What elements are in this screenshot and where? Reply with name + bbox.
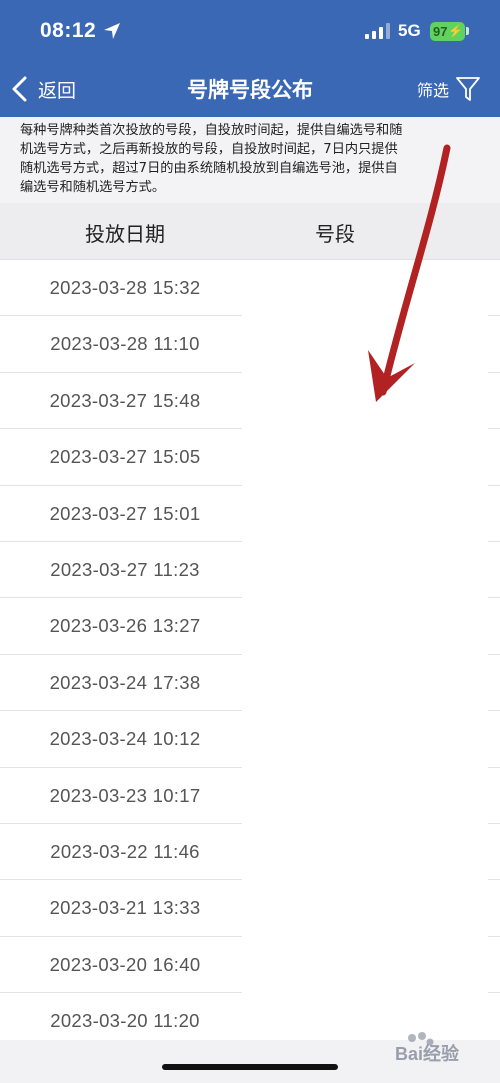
navigation-bar: 返回 号牌号段公布 筛选 bbox=[0, 62, 500, 117]
charging-bolt-icon: ⚡ bbox=[448, 24, 463, 38]
row-date: 2023-03-21 13:33 bbox=[49, 897, 201, 919]
row-date: 2023-03-27 11:23 bbox=[50, 558, 200, 580]
row-date: 2023-03-24 17:38 bbox=[49, 671, 201, 693]
notice-line: 随机选号方式，超过7日的由系统随机投放到自编选号池，提供自 bbox=[20, 161, 398, 176]
table-row[interactable]: 2023-03-26 13:27 bbox=[0, 598, 500, 655]
row-date: 2023-03-27 15:48 bbox=[49, 389, 201, 411]
column-header-segment: 号段 bbox=[315, 222, 355, 246]
row-date: 2023-03-24 10:12 bbox=[49, 728, 201, 750]
table-row[interactable]: 2023-03-27 15:48 bbox=[0, 373, 500, 430]
table-row[interactable]: 2023-03-27 11:23 bbox=[0, 542, 500, 599]
watermark-text: Bai经验 bbox=[395, 1044, 460, 1064]
column-header-date: 投放日期 bbox=[85, 222, 165, 246]
location-arrow-icon bbox=[104, 23, 120, 39]
table-row[interactable]: 2023-03-23 10:17 bbox=[0, 768, 500, 824]
notice-line: 编选号和随机选号方式。 bbox=[20, 180, 166, 195]
table-row[interactable]: 2023-03-27 15:01 bbox=[0, 486, 500, 542]
home-indicator bbox=[162, 1064, 338, 1070]
filter-label: 筛选 bbox=[417, 81, 450, 100]
battery-icon: 97 ⚡ bbox=[430, 22, 465, 41]
table-row[interactable]: 2023-03-27 15:05 bbox=[0, 429, 500, 486]
filter-button[interactable]: 筛选 bbox=[417, 74, 481, 104]
table-row[interactable]: 2023-03-24 10:12 bbox=[0, 711, 500, 768]
table-row[interactable]: 2023-03-20 16:40 bbox=[0, 937, 500, 994]
notice-line: 机选号方式，之后再新投放的号段，自投放时间起，7日内只提供 bbox=[20, 142, 398, 157]
table-row[interactable]: 2023-03-22 11:46 bbox=[0, 824, 500, 881]
notice-text: 每种号牌种类首次投放的号段，自投放时间起，提供自编选号和随 机选号方式，之后再新… bbox=[0, 117, 500, 203]
filter-funnel-icon bbox=[456, 77, 480, 101]
status-time: 08:12 bbox=[40, 19, 97, 42]
row-date: 2023-03-23 10:17 bbox=[49, 784, 201, 806]
network-type: 5G bbox=[398, 21, 421, 40]
status-bar: 08:12 5G 97 ⚡ bbox=[0, 0, 500, 62]
battery-tip bbox=[466, 27, 469, 35]
row-date: 2023-03-26 13:27 bbox=[49, 615, 201, 637]
table-row[interactable]: 2023-03-28 11:10 bbox=[0, 316, 500, 373]
table-row[interactable]: 2023-03-21 13:33 bbox=[0, 880, 500, 937]
row-date: 2023-03-22 11:46 bbox=[50, 840, 200, 862]
row-date: 2023-03-28 15:32 bbox=[49, 277, 201, 298]
cellular-signal-icon bbox=[365, 23, 390, 39]
table-row[interactable]: 2023-03-28 15:32 bbox=[0, 260, 500, 317]
row-date: 2023-03-27 15:01 bbox=[49, 502, 201, 524]
row-date: 2023-03-27 15:05 bbox=[49, 446, 201, 468]
table-body: 2023-03-28 15:32 2023-03-28 11:10 2023-0… bbox=[0, 260, 500, 1049]
battery-level: 97 bbox=[433, 24, 448, 39]
notice-line: 每种号牌种类首次投放的号段，自投放时间起，提供自编选号和随 bbox=[20, 123, 403, 138]
table-header: 投放日期 号段 bbox=[0, 203, 500, 260]
row-date: 2023-03-28 11:10 bbox=[50, 333, 200, 355]
row-date: 2023-03-20 11:20 bbox=[50, 1010, 200, 1032]
table-row[interactable]: 2023-03-24 17:38 bbox=[0, 655, 500, 712]
row-date: 2023-03-20 16:40 bbox=[49, 953, 201, 975]
